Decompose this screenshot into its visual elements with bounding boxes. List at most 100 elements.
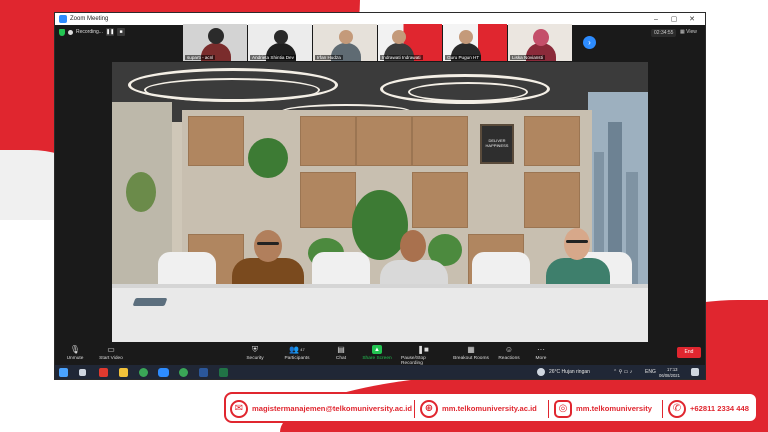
active-speaker-video: DELIVER HAPPINESS bbox=[112, 62, 648, 342]
panelist-left-head bbox=[254, 230, 282, 262]
participant-tile[interactable]: Indrawati Indrawati bbox=[378, 24, 442, 61]
divider bbox=[548, 400, 549, 418]
system-tray-icons[interactable]: ⌃ ⚲ ▭ ♪ bbox=[613, 369, 632, 375]
tablet-device bbox=[132, 298, 168, 306]
participant-face bbox=[339, 30, 353, 44]
contact-email-text: magistermanajemen@telkomuniversity.ac.id bbox=[252, 404, 413, 413]
participant-face bbox=[459, 30, 473, 44]
pdf-app-icon[interactable] bbox=[99, 368, 108, 377]
security-button[interactable]: ⛨ Security bbox=[233, 344, 277, 362]
recording-label: Recording... bbox=[76, 29, 103, 35]
chrome-icon[interactable] bbox=[179, 368, 188, 377]
start-video-label: Start Video bbox=[99, 356, 123, 361]
share-screen-label: Share Screen bbox=[362, 356, 392, 361]
start-video-button[interactable]: ▭ Start Video bbox=[89, 345, 133, 361]
more-icon: ··· bbox=[537, 345, 545, 354]
conference-table bbox=[112, 284, 648, 342]
participant-tile[interactable]: Guru Pugun HT bbox=[443, 24, 507, 61]
microphone-muted-icon: 🎙 bbox=[69, 345, 81, 354]
pause-recording-button[interactable]: ❚❚ bbox=[105, 28, 114, 36]
divider bbox=[414, 400, 415, 418]
wood-panel bbox=[300, 172, 356, 228]
contact-website-text: mm.telkomuniversity.ac.id bbox=[442, 404, 537, 413]
participant-name: Andrieta Shintia Dev bbox=[250, 55, 296, 60]
task-view-icon[interactable] bbox=[79, 369, 86, 376]
participant-name: Liska Noviansti bbox=[510, 55, 545, 60]
unmute-label: Unmute bbox=[66, 356, 84, 361]
recording-dot-icon bbox=[68, 29, 73, 35]
participant-face bbox=[392, 30, 406, 44]
security-label: Security bbox=[246, 356, 264, 361]
glasses-icon bbox=[257, 242, 279, 245]
share-screen-button[interactable]: ▲ Share Screen bbox=[355, 345, 399, 361]
word-app-icon[interactable] bbox=[199, 368, 208, 377]
file-explorer-icon[interactable] bbox=[119, 368, 128, 377]
participant-name: suparti - acnl bbox=[185, 55, 216, 60]
chat-label: Chat bbox=[335, 356, 347, 361]
close-button[interactable]: ✕ bbox=[683, 15, 701, 23]
excel-app-icon[interactable] bbox=[219, 368, 228, 377]
participant-tile[interactable]: Irfan Hudza bbox=[313, 24, 377, 61]
ceiling-light bbox=[144, 78, 320, 102]
pause-stop-icon: ❚■ bbox=[417, 345, 429, 354]
email-icon: ✉ bbox=[230, 399, 248, 418]
chrome-icon[interactable] bbox=[139, 368, 148, 377]
wood-panel bbox=[524, 116, 580, 166]
stop-recording-button[interactable]: ■ bbox=[116, 28, 125, 36]
potted-plant bbox=[126, 172, 156, 212]
participant-tile[interactable]: suparti - acnl bbox=[183, 24, 247, 61]
panelist-right-head bbox=[564, 228, 590, 260]
end-meeting-button[interactable]: End bbox=[677, 347, 701, 358]
breakout-rooms-label: Breakout Rooms bbox=[453, 356, 489, 361]
participant-tile[interactable]: Andrieta Shintia Dev bbox=[248, 24, 312, 61]
panelist-center-head bbox=[400, 230, 426, 262]
participants-button[interactable]: 👥 47 Participants bbox=[275, 345, 319, 361]
share-screen-icon: ▲ bbox=[372, 345, 382, 354]
window-title: Zoom Meeting bbox=[70, 16, 109, 22]
participant-name: Guru Pugun HT bbox=[445, 55, 482, 60]
globe-icon: ⊕ bbox=[420, 399, 438, 418]
wall-art: DELIVER HAPPINESS bbox=[480, 124, 514, 164]
chat-icon: ▤ bbox=[337, 345, 345, 354]
participants-count: 47 bbox=[300, 347, 305, 352]
wood-panel bbox=[524, 172, 580, 228]
wood-panel bbox=[300, 116, 356, 166]
contact-website: ⊕ mm.telkomuniversity.ac.id bbox=[420, 398, 537, 419]
reactions-icon: ☺ bbox=[504, 345, 514, 354]
maximize-button[interactable]: ▢ bbox=[665, 15, 683, 23]
weather-text[interactable]: 26°C Hujan ringan bbox=[549, 369, 590, 375]
windows-start-icon[interactable] bbox=[59, 368, 68, 377]
shield-icon: ⛨ bbox=[252, 344, 258, 354]
next-page-button[interactable]: › bbox=[583, 36, 596, 49]
wood-panel bbox=[188, 116, 244, 166]
wood-panel bbox=[356, 116, 412, 166]
hanging-plant bbox=[248, 138, 288, 178]
phone-icon: ✆ bbox=[668, 399, 686, 418]
participant-face bbox=[274, 30, 288, 44]
participants-icon: 👥 47 bbox=[289, 345, 305, 354]
wood-panel bbox=[412, 116, 468, 166]
pause-stop-recording-button[interactable]: ❚■ Pause/Stop Recording bbox=[401, 345, 445, 366]
windows-taskbar: 26°C Hujan ringan ⌃ ⚲ ▭ ♪ ENG 17:13 06/0… bbox=[55, 365, 705, 379]
clock-time[interactable]: 17:13 bbox=[667, 367, 677, 372]
participant-face bbox=[208, 28, 224, 44]
contact-email: ✉ magistermanajemen@telkomuniversity.ac.… bbox=[230, 398, 412, 419]
instagram-icon: ◎ bbox=[554, 399, 572, 418]
contact-bar: ✉ magistermanajemen@telkomuniversity.ac.… bbox=[224, 392, 758, 423]
zoom-logo-icon bbox=[59, 15, 67, 23]
minimize-button[interactable]: – bbox=[647, 16, 665, 23]
participant-tile[interactable]: Liska Noviansti bbox=[508, 24, 572, 61]
meeting-timer: 02:34:55 bbox=[651, 29, 677, 37]
weather-icon[interactable] bbox=[537, 368, 545, 376]
more-button[interactable]: ··· More bbox=[519, 345, 563, 361]
contact-phone: ✆ +62811 2334 448 bbox=[668, 398, 749, 419]
participant-name: Indrawati Indrawati bbox=[380, 55, 423, 60]
zoom-app-icon[interactable] bbox=[158, 368, 169, 377]
notification-icon[interactable] bbox=[691, 368, 699, 376]
view-button[interactable]: ▦ View bbox=[680, 29, 697, 35]
view-label: View bbox=[686, 29, 697, 35]
zoom-meeting-window: Zoom Meeting – ▢ ✕ Recording... ❚❚ ■ sup… bbox=[54, 12, 706, 380]
ceiling-light bbox=[408, 82, 528, 102]
language-indicator[interactable]: ENG bbox=[645, 369, 656, 375]
clock-date[interactable]: 06/08/2021 bbox=[659, 373, 680, 378]
